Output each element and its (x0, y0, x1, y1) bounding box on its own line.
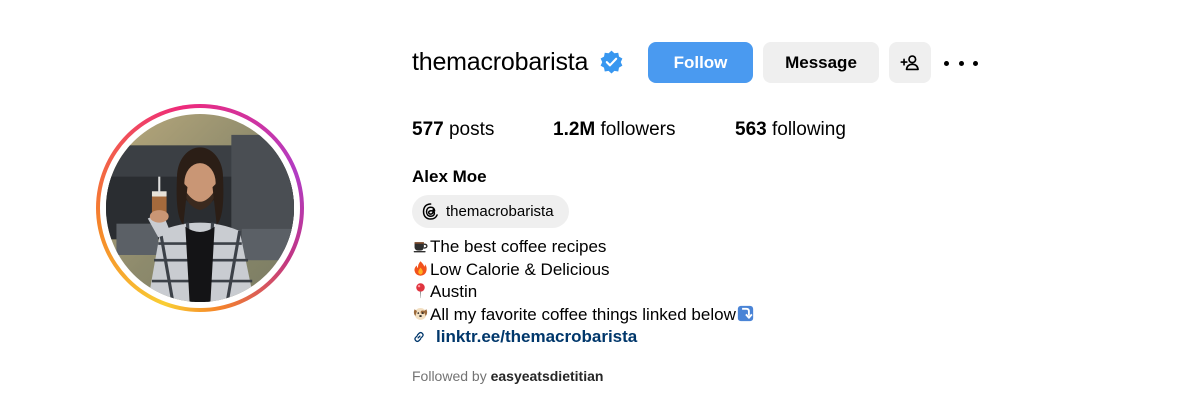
threads-link[interactable]: themacrobarista (412, 195, 569, 228)
dot (944, 60, 949, 66)
threads-handle: themacrobarista (446, 202, 554, 220)
avatar-photo (106, 114, 294, 302)
followers-label: followers (600, 119, 676, 140)
followers-link[interactable]: 1.2M followers (553, 118, 676, 142)
bio: The best coffee recipes Low Calorie & De… (412, 236, 755, 326)
avatar-border (100, 108, 300, 308)
bio-line: Austin (412, 281, 755, 304)
avatar[interactable] (106, 114, 294, 302)
following-link[interactable]: 563 following (735, 118, 846, 142)
threads-icon (422, 203, 438, 220)
posts-count: 577 posts (412, 118, 494, 142)
fire-icon (412, 260, 429, 277)
posts-label: posts (448, 119, 495, 140)
followed-by-prefix: Followed by (412, 368, 487, 384)
full-name: Alex Moe (412, 167, 487, 186)
dot (973, 60, 978, 66)
bio-text: Low Calorie & Delicious (430, 259, 610, 279)
bio-line: Low Calorie & Delicious (412, 259, 755, 282)
followed-by-user[interactable]: easyeatsdietitian (491, 368, 604, 384)
external-link[interactable]: linktr.ee/themacrobarista (412, 326, 637, 348)
following-number: 563 (735, 119, 767, 140)
following-label: following (771, 119, 846, 140)
bio-text: The best coffee recipes (430, 237, 607, 256)
verified-badge-icon (600, 50, 623, 74)
bio-text: All my favorite coffee things linked bel… (430, 304, 736, 324)
more-options-icon[interactable] (944, 52, 978, 74)
bio-line: The best coffee recipes (412, 236, 755, 259)
coffee-cup-icon (412, 237, 429, 254)
follow-button[interactable]: Follow (648, 42, 753, 83)
posts-number: 577 (412, 119, 444, 140)
suggested-accounts-button[interactable] (889, 42, 931, 83)
username: themacrobarista (412, 48, 589, 76)
bio-text: Austin (430, 282, 478, 302)
bio-line: All my favorite coffee things linked bel… (412, 304, 755, 327)
story-ring[interactable] (96, 104, 304, 312)
dog-face-icon (412, 305, 429, 322)
followers-number: 1.2M (553, 119, 596, 140)
followed-by[interactable]: Followed by easyeatsdietitian (412, 368, 603, 385)
message-button[interactable]: Message (763, 42, 879, 83)
person-plus-icon (900, 54, 919, 70)
arrow-down-icon (737, 305, 754, 322)
link-icon (414, 331, 424, 343)
round-pushpin-icon (412, 282, 429, 299)
external-link-text[interactable]: linktr.ee/themacrobarista (436, 327, 637, 347)
dot (958, 60, 964, 66)
